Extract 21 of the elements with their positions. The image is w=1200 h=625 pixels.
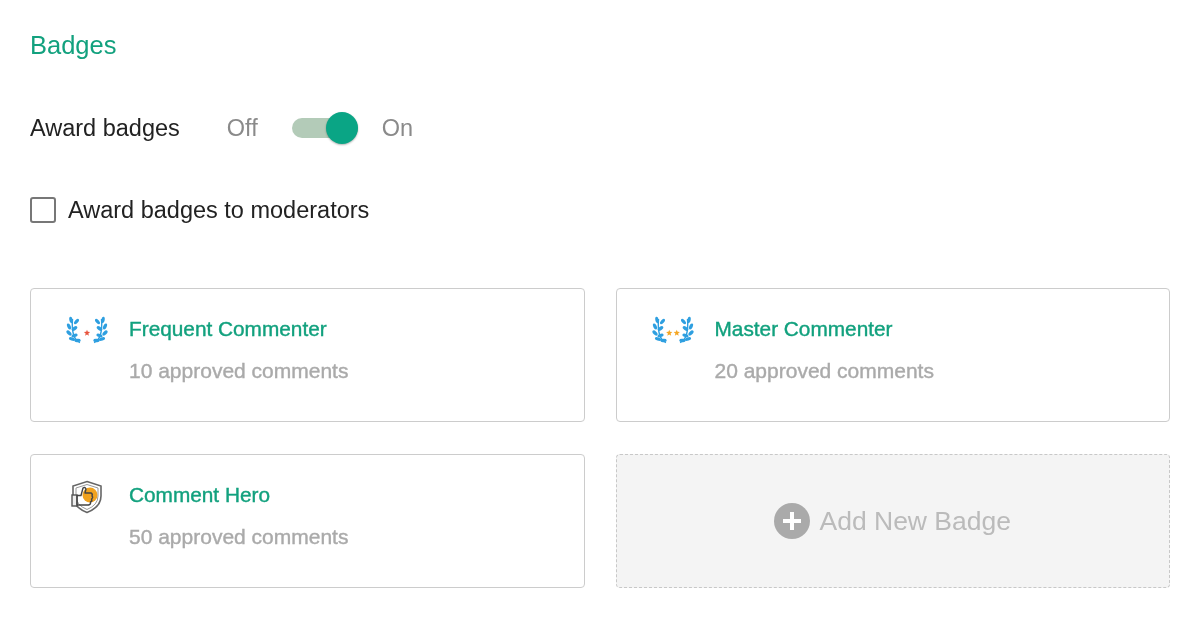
badge-card[interactable]: Master Commenter 20 approved comments bbox=[615, 288, 1170, 422]
laurel-star-icon bbox=[66, 316, 108, 344]
laurel-two-stars-icon bbox=[651, 316, 694, 344]
shield-thumbs-up-icon bbox=[70, 480, 104, 514]
off-label: Off bbox=[226, 114, 258, 142]
badge-title: Master Commenter bbox=[714, 316, 894, 342]
on-label: On bbox=[381, 114, 414, 142]
badge-requirement: 10 approved comments bbox=[129, 358, 349, 384]
plus-icon bbox=[774, 503, 811, 539]
add-badge-button[interactable]: Add New Badge bbox=[615, 454, 1170, 588]
badge-title: Frequent Commenter bbox=[129, 316, 328, 342]
setting-label: Award badges bbox=[30, 114, 180, 142]
section-title: Badges bbox=[30, 30, 117, 60]
checkbox-label[interactable]: Award badges to moderators bbox=[68, 196, 370, 224]
toggle-switch[interactable] bbox=[290, 111, 359, 145]
checkbox[interactable] bbox=[30, 197, 56, 223]
badge-card[interactable]: Comment Hero 50 approved comments bbox=[30, 454, 585, 588]
badge-requirement: 50 approved comments bbox=[129, 524, 349, 550]
badge-title: Comment Hero bbox=[129, 482, 271, 508]
badge-card[interactable]: Frequent Commenter 10 approved comments bbox=[30, 288, 585, 422]
badge-requirement: 20 approved comments bbox=[714, 358, 934, 384]
